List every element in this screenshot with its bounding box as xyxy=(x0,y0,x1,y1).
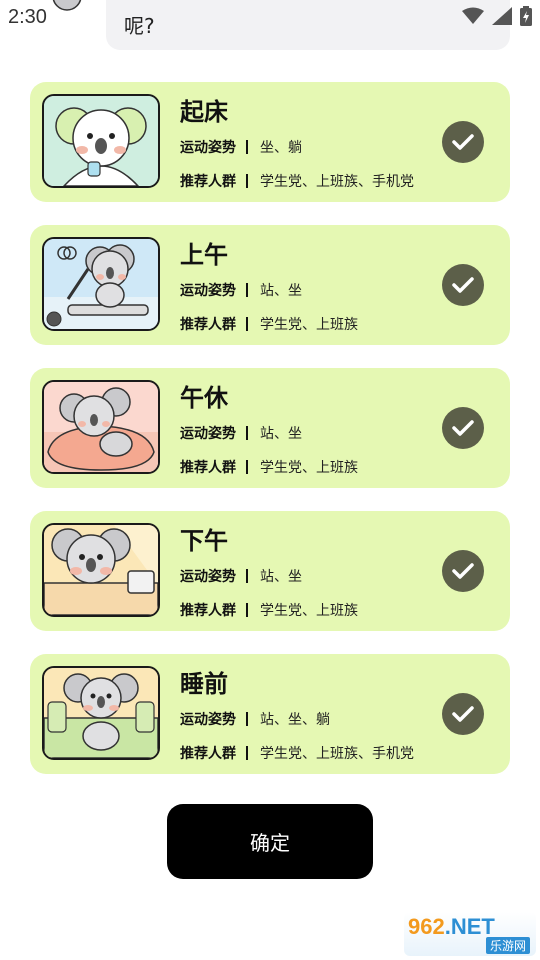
audience-row: 推荐人群 学生党、上班族 xyxy=(180,314,358,334)
audience-value: 学生党、上班族、手机党 xyxy=(260,746,414,762)
audience-value: 学生党、上班族 xyxy=(260,317,358,333)
separator xyxy=(246,603,248,617)
audience-label: 推荐人群 xyxy=(180,174,236,190)
posture-value: 坐、躺 xyxy=(260,140,302,156)
watermark-main: 962.NET xyxy=(408,914,495,940)
posture-label: 运动姿势 xyxy=(180,140,236,156)
koala-treadmill-illustration xyxy=(42,237,160,331)
card-title: 午休 xyxy=(180,384,228,412)
card-title: 睡前 xyxy=(180,670,228,698)
watermark-number: 962 xyxy=(408,914,445,939)
question-bubble: 呢? xyxy=(106,0,510,50)
posture-row: 运动姿势 站、坐 xyxy=(180,280,302,300)
separator xyxy=(246,712,248,726)
posture-label: 运动姿势 xyxy=(180,426,236,442)
posture-label: 运动姿势 xyxy=(180,712,236,728)
posture-label: 运动姿势 xyxy=(180,569,236,585)
audience-row: 推荐人群 学生党、上班族 xyxy=(180,457,358,477)
card-title: 下午 xyxy=(180,527,228,555)
time-slot-card-bedtime[interactable]: 睡前 运动姿势 站、坐、躺 推荐人群 学生党、上班族、手机党 xyxy=(30,654,510,774)
cellular-signal-icon xyxy=(492,7,512,29)
audience-label: 推荐人群 xyxy=(180,603,236,619)
time-slot-card-wakeup[interactable]: 起床 运动姿势 坐、躺 推荐人群 学生党、上班族、手机党 xyxy=(30,82,510,202)
audience-label: 推荐人群 xyxy=(180,746,236,762)
posture-row: 运动姿势 站、坐 xyxy=(180,566,302,586)
time-slot-card-morning[interactable]: 上午 运动姿势 站、坐 推荐人群 学生党、上班族 xyxy=(30,225,510,345)
posture-value: 站、坐 xyxy=(260,569,302,585)
posture-value: 站、坐 xyxy=(260,283,302,299)
watermark-sub: 乐游网 xyxy=(485,937,530,954)
checkmark-icon[interactable] xyxy=(442,121,484,163)
battery-icon xyxy=(520,6,532,30)
audience-row: 推荐人群 学生党、上班族、手机党 xyxy=(180,171,414,191)
confirm-button[interactable]: 确定 xyxy=(167,804,373,879)
watermark-net: .NET xyxy=(444,914,495,939)
separator xyxy=(246,174,248,188)
status-bar: 2:30 呢? xyxy=(0,0,540,50)
checkmark-icon[interactable] xyxy=(442,264,484,306)
checkmark-icon[interactable] xyxy=(442,550,484,592)
posture-label: 运动姿势 xyxy=(180,283,236,299)
audience-label: 推荐人群 xyxy=(180,317,236,333)
audience-value: 学生党、上班族、手机党 xyxy=(260,174,414,190)
audience-row: 推荐人群 学生党、上班族 xyxy=(180,600,358,620)
koala-nap-illustration xyxy=(42,380,160,474)
posture-row: 运动姿势 站、坐、躺 xyxy=(180,709,330,729)
card-title: 上午 xyxy=(180,241,228,269)
status-icons xyxy=(462,6,532,30)
posture-row: 运动姿势 坐、躺 xyxy=(180,137,302,157)
time-slot-card-noon-nap[interactable]: 午休 运动姿势 站、坐 推荐人群 学生党、上班族 xyxy=(30,368,510,488)
audience-value: 学生党、上班族 xyxy=(260,603,358,619)
separator xyxy=(246,569,248,583)
separator xyxy=(246,426,248,440)
card-title: 起床 xyxy=(180,98,228,126)
watermark-logo: 962.NET 乐游网 xyxy=(404,912,536,956)
koala-bed-illustration xyxy=(42,666,160,760)
checkmark-icon[interactable] xyxy=(442,407,484,449)
separator xyxy=(246,317,248,331)
status-time: 2:30 xyxy=(8,6,47,28)
separator xyxy=(246,460,248,474)
posture-value: 站、坐 xyxy=(260,426,302,442)
checkmark-icon[interactable] xyxy=(442,693,484,735)
separator xyxy=(246,283,248,297)
koala-avatar-peek xyxy=(46,0,88,20)
audience-row: 推荐人群 学生党、上班族、手机党 xyxy=(180,743,414,763)
question-text: 呢? xyxy=(124,14,155,38)
posture-value: 站、坐、躺 xyxy=(260,712,330,728)
posture-row: 运动姿势 站、坐 xyxy=(180,423,302,443)
wifi-icon xyxy=(462,7,484,29)
audience-label: 推荐人群 xyxy=(180,460,236,476)
audience-value: 学生党、上班族 xyxy=(260,460,358,476)
separator xyxy=(246,746,248,760)
time-slot-card-afternoon[interactable]: 下午 运动姿势 站、坐 推荐人群 学生党、上班族 xyxy=(30,511,510,631)
koala-wakeup-illustration xyxy=(42,94,160,188)
koala-desk-illustration xyxy=(42,523,160,617)
separator xyxy=(246,140,248,154)
